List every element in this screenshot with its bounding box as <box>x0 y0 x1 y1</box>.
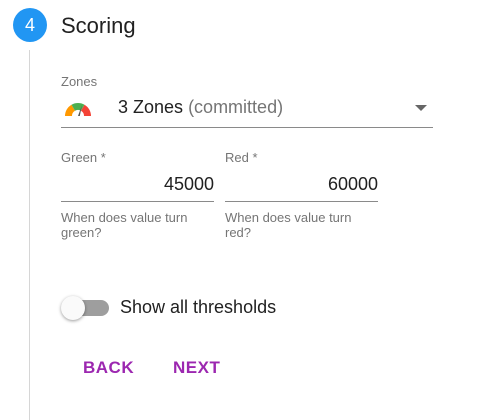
toggle-thumb <box>61 296 85 320</box>
gauge-icon <box>64 102 92 116</box>
dropdown-arrow-icon <box>415 105 427 111</box>
red-threshold-input[interactable] <box>225 168 378 202</box>
red-threshold-label: Red * <box>225 150 258 165</box>
next-button[interactable]: NEXT <box>173 356 220 380</box>
green-threshold-help: When does value turn green? <box>61 210 188 240</box>
step-number: 4 <box>24 14 35 35</box>
zones-value: 3 Zones (committed) <box>118 97 283 118</box>
zones-status-note: (committed) <box>188 97 284 117</box>
green-threshold-input[interactable] <box>61 168 214 202</box>
step-title: Scoring <box>61 13 136 38</box>
zones-value-text: 3 Zones <box>118 97 184 117</box>
show-thresholds-toggle[interactable] <box>61 296 111 320</box>
zones-select[interactable]: 3 Zones (committed) <box>61 92 433 128</box>
zones-label: Zones <box>61 74 98 89</box>
red-threshold-help: When does value turn red? <box>225 210 352 240</box>
green-threshold-label: Green * <box>61 150 106 165</box>
step-connector-line <box>29 50 30 420</box>
show-thresholds-label: Show all thresholds <box>120 297 277 317</box>
step-number-badge: 4 <box>13 8 47 42</box>
back-button[interactable]: BACK <box>83 356 134 380</box>
